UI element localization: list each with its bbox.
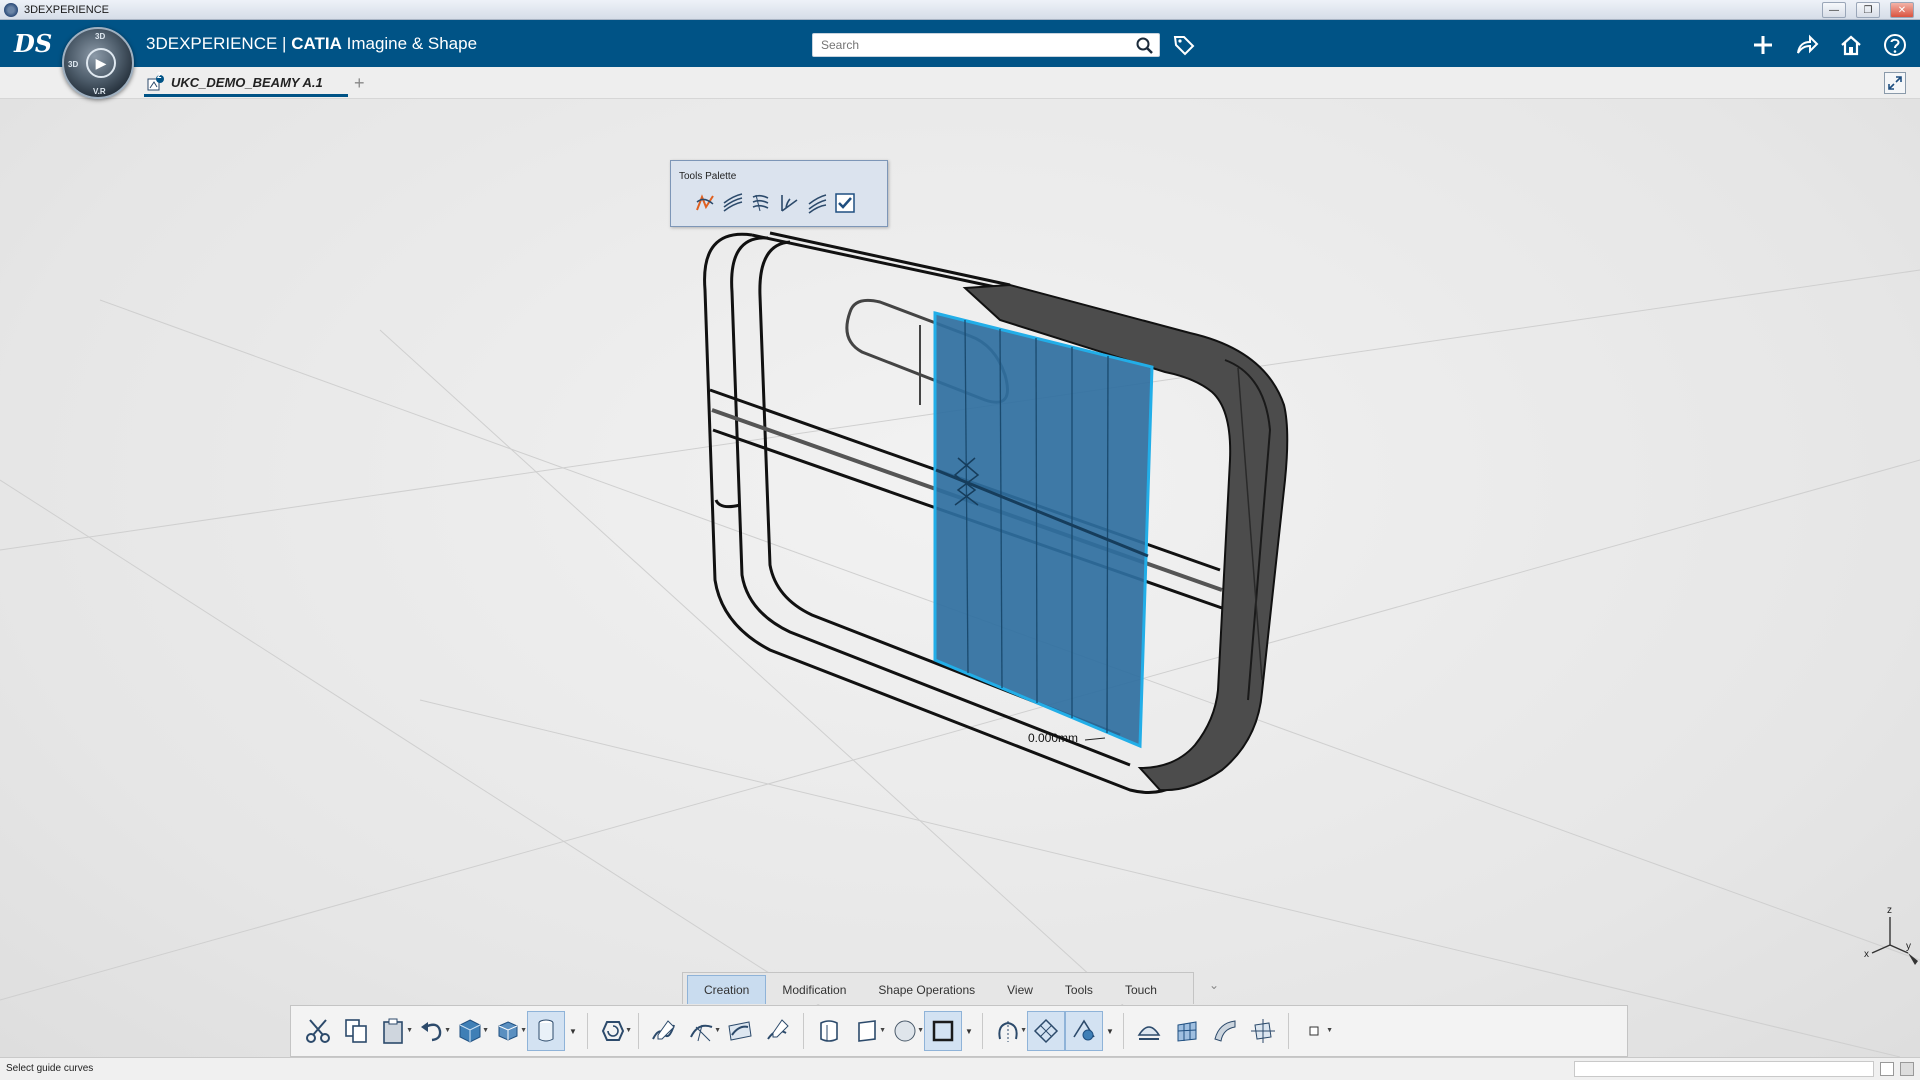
- cylinder-dropdown[interactable]: ▼: [565, 1011, 581, 1051]
- compass-left-label: 3D: [68, 60, 79, 69]
- tab-modification[interactable]: Modification: [766, 975, 862, 1004]
- tab-document-label: UKC_DEMO_BEAMY A.1: [171, 75, 323, 90]
- top-bar: DS 3DEXPERIENCE | CATIA Imagine & Shape: [0, 20, 1920, 67]
- catia-label: CATIA: [291, 34, 342, 53]
- wrap-surface-icon[interactable]: [1206, 1011, 1244, 1051]
- restore-button[interactable]: ❐: [1856, 2, 1880, 18]
- action-bar-tabs: Creation Modification Shape Operations V…: [682, 972, 1194, 1004]
- maximize-viewer-icon[interactable]: [1884, 72, 1906, 94]
- square-selection-icon[interactable]: [924, 1011, 962, 1051]
- home-icon[interactable]: [1838, 32, 1864, 58]
- compass-widget[interactable]: 3D 3D V.R ▶: [62, 27, 134, 99]
- tools-palette-title: Tools Palette: [679, 171, 737, 182]
- document-tab-bar: 2 UKC_DEMO_BEAMY A.1 +: [0, 67, 1920, 99]
- selected-surface[interactable]: [933, 311, 1154, 749]
- toolbar-separator: [1288, 1013, 1289, 1049]
- search-input[interactable]: [813, 34, 1123, 56]
- dimension-label: 0.000mm: [1028, 731, 1079, 745]
- display-mode-icon[interactable]: [1130, 1011, 1168, 1051]
- share-icon[interactable]: [1794, 32, 1820, 58]
- app-icon: [4, 2, 18, 17]
- toolbar-separator: [803, 1013, 804, 1049]
- mesh-display-icon[interactable]: [1168, 1011, 1206, 1051]
- surface-guide-icon[interactable]: [693, 191, 717, 215]
- small-square-icon[interactable]: ▼: [1295, 1011, 1333, 1051]
- axis-x-label: x: [1864, 949, 1869, 960]
- surface-icon[interactable]: ▼: [848, 1011, 886, 1051]
- tab-creation[interactable]: Creation: [687, 975, 767, 1004]
- status-info-icon[interactable]: [1900, 1062, 1914, 1076]
- search-icon[interactable]: [1135, 36, 1155, 56]
- toolbar-separator: [638, 1013, 639, 1049]
- cube-icon[interactable]: ▼: [451, 1011, 489, 1051]
- status-bar: Select guide curves: [0, 1057, 1920, 1080]
- snap-grid-icon[interactable]: [1027, 1011, 1065, 1051]
- offset-curves-icon[interactable]: [805, 191, 829, 215]
- parallel-curves-icon[interactable]: [721, 191, 745, 215]
- tab-view[interactable]: View: [991, 975, 1049, 1004]
- project-curve-icon[interactable]: [759, 1011, 797, 1051]
- 3d-model-canvas[interactable]: [0, 99, 1920, 1057]
- attract-dropdown[interactable]: ▼: [1103, 1011, 1117, 1051]
- undo-icon[interactable]: ▼: [413, 1011, 451, 1051]
- minimize-button[interactable]: —: [1822, 2, 1846, 18]
- toolbar-separator: [982, 1013, 983, 1049]
- app-name-label: Imagine & Shape: [341, 34, 478, 53]
- brand-label: 3DEXPERIENCE: [146, 34, 278, 53]
- symmetry-icon[interactable]: ▼: [989, 1011, 1027, 1051]
- search-box[interactable]: [812, 33, 1160, 57]
- dimension-arrow: [1084, 737, 1106, 741]
- tools-palette[interactable]: Tools Palette: [670, 160, 888, 227]
- subdivision-cube-icon[interactable]: ▼: [489, 1011, 527, 1051]
- compass-top-label: 3D: [95, 32, 106, 41]
- tab-tools[interactable]: Tools: [1049, 975, 1109, 1004]
- 3d-viewport[interactable]: Tools Palette 0.000mm z x y: [0, 99, 1920, 1057]
- app-title: 3DEXPERIENCE | CATIA Imagine & Shape: [146, 20, 477, 67]
- chevron-down-icon[interactable]: ⌄: [1204, 978, 1224, 996]
- compass-bottom-label: V.R: [93, 87, 106, 96]
- tab-touch[interactable]: Touch: [1109, 975, 1173, 1004]
- status-window-icon[interactable]: [1880, 1062, 1894, 1076]
- cut-icon[interactable]: [299, 1011, 337, 1051]
- cylinder-icon[interactable]: [527, 1011, 565, 1051]
- axis-z-label: z: [1887, 905, 1892, 916]
- axis-y-label: y: [1906, 941, 1911, 952]
- window-titlebar: 3DEXPERIENCE — ❐ ✕: [0, 0, 1920, 20]
- attract-mode-icon[interactable]: [1065, 1011, 1103, 1051]
- square-dropdown[interactable]: ▼: [962, 1011, 976, 1051]
- angle-curves-icon[interactable]: [777, 191, 801, 215]
- curve-on-surface-icon[interactable]: [721, 1011, 759, 1051]
- add-tab-button[interactable]: +: [354, 73, 365, 94]
- window-title: 3DEXPERIENCE: [24, 3, 109, 16]
- document-icon: [147, 74, 164, 90]
- toolbar-separator: [587, 1013, 588, 1049]
- status-message: Select guide curves: [6, 1063, 94, 1074]
- tab-shape-operations[interactable]: Shape Operations: [862, 975, 991, 1004]
- 3d-curve-icon[interactable]: ▼: [683, 1011, 721, 1051]
- tab-document[interactable]: 2 UKC_DEMO_BEAMY A.1: [144, 71, 348, 97]
- add-icon[interactable]: [1750, 32, 1776, 58]
- toolbar-separator: [1123, 1013, 1124, 1049]
- dassault-logo[interactable]: DS: [14, 28, 52, 60]
- revolve-icon[interactable]: ▼: [594, 1011, 632, 1051]
- brand-separator: |: [277, 34, 292, 53]
- tag-icon[interactable]: [1172, 33, 1196, 57]
- axis-triad[interactable]: z x y: [1860, 905, 1920, 965]
- sketch-curve-icon[interactable]: [645, 1011, 683, 1051]
- play-icon[interactable]: ▶: [86, 48, 116, 78]
- copy-icon[interactable]: [337, 1011, 375, 1051]
- validate-check-icon[interactable]: [833, 191, 857, 215]
- paste-icon[interactable]: ▼: [375, 1011, 413, 1051]
- close-button[interactable]: ✕: [1890, 2, 1914, 18]
- multi-curves-icon[interactable]: [749, 191, 773, 215]
- help-icon[interactable]: [1882, 32, 1908, 58]
- tab-badge: 2: [157, 71, 162, 80]
- transform-icon[interactable]: [1244, 1011, 1282, 1051]
- action-bar: ▼ ▼ ▼ ▼ ▼ ▼ ▼ ▼ ▼ ▼ ▼ ▼ ▼: [290, 1005, 1628, 1057]
- shell-icon[interactable]: [810, 1011, 848, 1051]
- sphere-icon[interactable]: ▼: [886, 1011, 924, 1051]
- command-input[interactable]: [1574, 1061, 1874, 1077]
